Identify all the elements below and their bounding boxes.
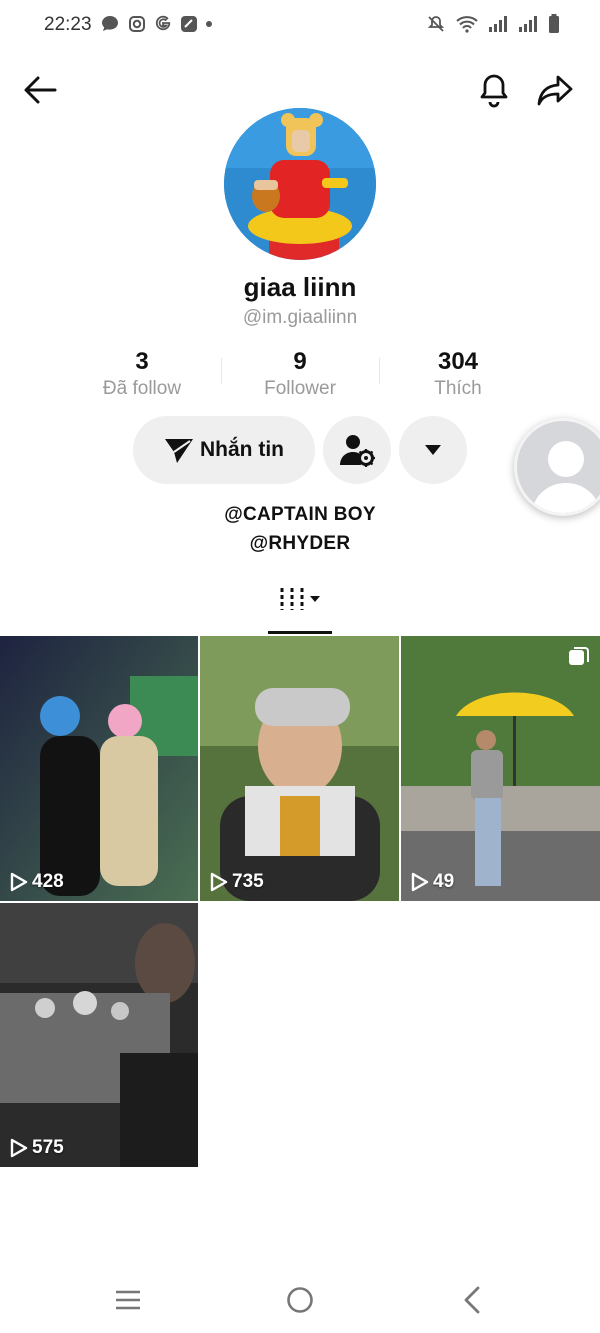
play-icon xyxy=(210,872,228,892)
wifi-icon xyxy=(456,16,478,33)
view-count: 428 xyxy=(10,871,64,893)
display-name: giaa liinn xyxy=(243,272,357,302)
likes-count: 304 xyxy=(437,348,479,375)
video-preview xyxy=(0,636,198,901)
home-circle-icon[interactable] xyxy=(286,1286,314,1314)
avatar-image xyxy=(224,108,376,260)
video-preview xyxy=(0,903,198,1167)
app-icon xyxy=(181,16,197,32)
menu-icon[interactable] xyxy=(114,1288,142,1312)
video-grid-icon xyxy=(280,588,320,610)
battery-icon xyxy=(549,14,559,33)
message-button[interactable]: Nhắn tin xyxy=(133,416,315,484)
followers-label: Follower xyxy=(264,378,336,399)
likes-label: Thích xyxy=(434,378,482,399)
message-icon xyxy=(102,16,118,31)
google-icon xyxy=(155,15,171,31)
view-count: 735 xyxy=(210,871,264,893)
video-thumbnail[interactable]: 428 xyxy=(0,636,198,901)
stat-likes[interactable]: 304 Thích xyxy=(388,348,528,400)
video-preview xyxy=(200,636,399,901)
user-settings-button[interactable] xyxy=(323,416,391,484)
stat-divider xyxy=(379,358,380,384)
signal-icon xyxy=(519,16,537,32)
share-button[interactable] xyxy=(533,68,577,112)
stat-divider xyxy=(221,358,222,384)
avatar[interactable] xyxy=(224,108,376,260)
following-label: Đã follow xyxy=(102,378,182,399)
view-count: 49 xyxy=(411,871,454,893)
status-right-icons xyxy=(426,14,560,34)
floating-avatar[interactable] xyxy=(514,418,600,516)
video-thumbnail[interactable]: 575 xyxy=(0,903,198,1167)
play-icon xyxy=(411,872,429,892)
multi-photo-icon xyxy=(569,647,589,665)
username: @im.giaaliinn xyxy=(242,307,358,328)
tab-underline xyxy=(268,631,332,634)
back-button[interactable] xyxy=(18,68,62,112)
share-icon xyxy=(537,75,573,106)
play-icon xyxy=(10,1138,28,1158)
video-thumbnail[interactable]: 49 xyxy=(401,636,600,901)
dot-icon xyxy=(206,21,212,27)
play-icon xyxy=(10,872,28,892)
video-thumbnail[interactable]: 735 xyxy=(200,636,399,901)
message-label: Nhắn tin xyxy=(200,438,284,461)
stat-following[interactable]: 3 Đã follow xyxy=(72,348,212,400)
status-time: 22:23 xyxy=(44,14,92,35)
bio-line[interactable]: @RHYDER xyxy=(0,533,600,555)
default-user-icon xyxy=(517,421,600,513)
user-gear-icon xyxy=(340,435,375,467)
tab-videos[interactable] xyxy=(268,584,332,636)
status-left-icons xyxy=(100,14,212,34)
video-preview xyxy=(401,636,600,901)
notification-button[interactable] xyxy=(472,68,516,112)
back-chevron-icon[interactable] xyxy=(462,1286,482,1314)
view-count: 575 xyxy=(10,1137,64,1159)
caret-down-icon xyxy=(425,445,441,455)
more-dropdown-button[interactable] xyxy=(399,416,467,484)
bio-line[interactable]: @CAPTAIN BOY xyxy=(0,504,600,526)
instagram-icon xyxy=(129,16,145,32)
stat-followers[interactable]: 9 Follower xyxy=(230,348,370,400)
following-count: 3 xyxy=(135,348,149,375)
followers-count: 9 xyxy=(293,348,307,375)
signal-icon xyxy=(489,16,507,32)
send-icon xyxy=(165,439,193,463)
bell-icon xyxy=(480,74,508,108)
mute-icon xyxy=(427,16,445,32)
arrow-left-icon xyxy=(24,76,57,104)
system-navbar xyxy=(0,1280,600,1320)
